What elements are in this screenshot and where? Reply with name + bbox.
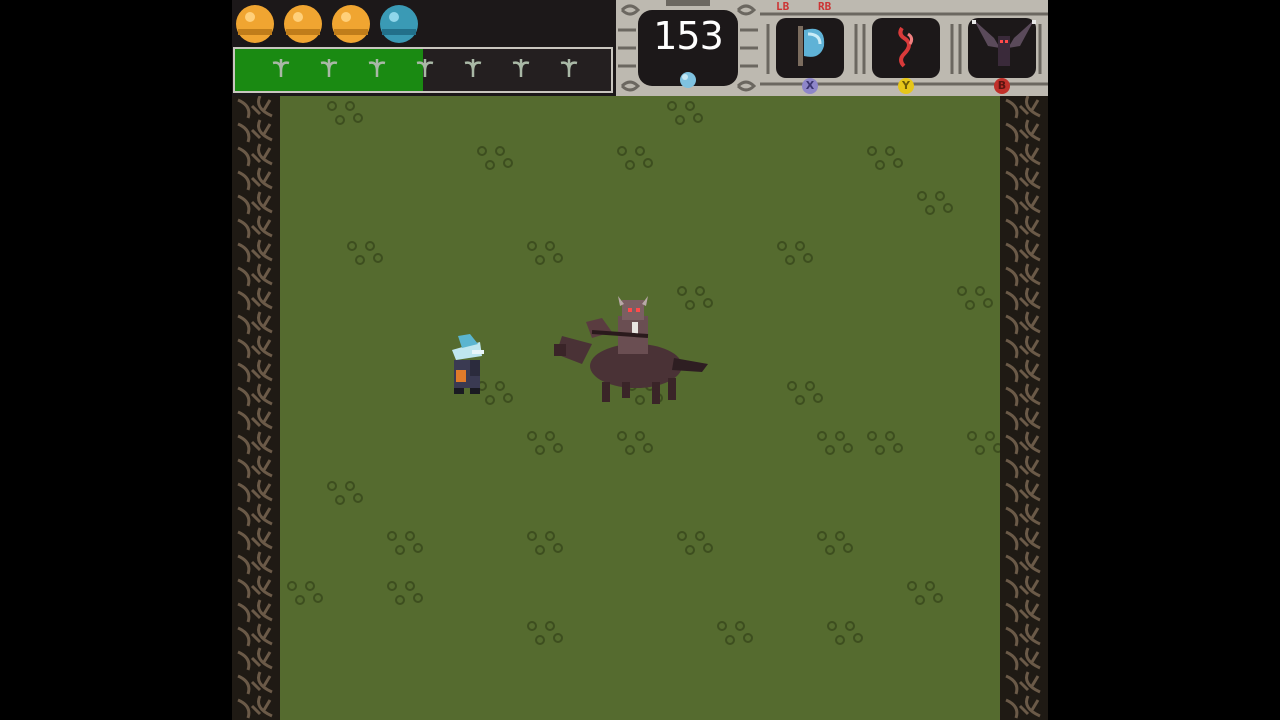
- grass-tuft: [477, 146, 513, 170]
- grass-tuft: [527, 621, 563, 645]
- grass-tuft: [387, 581, 423, 605]
- grass-tuft: [327, 101, 363, 125]
- item-slot-bat[interactable]: B: [968, 18, 1040, 96]
- grass-tuft: [777, 241, 813, 265]
- grass-tuft: [717, 621, 753, 645]
- grass-tuft: [327, 481, 363, 505]
- grass-tuft: [787, 381, 823, 405]
- grass-tuft: [617, 431, 653, 455]
- stamina-marker-icon: [320, 59, 338, 77]
- health-orb-icon: [236, 5, 274, 43]
- stamina-marker-icon: [416, 59, 434, 77]
- grass-tuft: [967, 431, 1003, 455]
- grass-tuft: [527, 431, 563, 455]
- grass-tuft: [527, 241, 563, 265]
- stamina-marker-icon: [272, 59, 290, 77]
- x-button-badge: X: [802, 78, 818, 94]
- stamina-marker-icon: [368, 59, 386, 77]
- grass-tuft: [527, 531, 563, 555]
- stamina-bar: [233, 47, 613, 93]
- rb-label: RB: [818, 0, 832, 13]
- item-slot-axe[interactable]: X: [776, 18, 844, 96]
- flame-icon: [898, 26, 914, 68]
- grass-field: [287, 101, 1003, 645]
- item-slot-flame[interactable]: Y: [872, 18, 940, 96]
- bramble-wall-left: [232, 96, 280, 720]
- grass-tuft: [867, 146, 903, 170]
- health-orb-icon: [284, 5, 322, 43]
- horseman-enemy-sprite: [554, 296, 708, 404]
- bramble-wall-right: [1000, 96, 1048, 720]
- mana-orb-icon: [380, 5, 418, 43]
- stamina-marker-icon: [512, 59, 530, 77]
- b-button-badge: B: [994, 78, 1010, 94]
- grass-tuft: [907, 581, 943, 605]
- hud-bar: 153 LB RB X Y B: [232, 0, 1048, 96]
- health-orb-icon: [332, 5, 370, 43]
- knight-player-sprite: [452, 334, 484, 394]
- y-button-badge: Y: [898, 78, 914, 94]
- grass-tuft: [347, 241, 383, 265]
- game-screen: 153 LB RB X Y B: [232, 0, 1048, 720]
- blue-gem-icon: [680, 72, 696, 88]
- stamina-marker-icon: [560, 59, 578, 77]
- lb-label: LB: [776, 0, 790, 13]
- grass-tuft: [827, 621, 863, 645]
- currency-counter: 153: [653, 14, 724, 58]
- grass-tuft: [957, 286, 993, 310]
- grass-tuft: [817, 531, 853, 555]
- bat-familiar-icon: [972, 20, 1036, 66]
- grass-tuft: [677, 531, 713, 555]
- axe-icon: [798, 26, 825, 66]
- grass-tuft: [817, 431, 853, 455]
- stamina-marker-icon: [464, 59, 482, 77]
- grass-tuft: [917, 191, 953, 215]
- grass-tuft: [387, 531, 423, 555]
- grass-tuft: [667, 101, 703, 125]
- grass-tuft: [287, 581, 323, 605]
- grass-tuft: [617, 146, 653, 170]
- grass-tuft: [867, 431, 903, 455]
